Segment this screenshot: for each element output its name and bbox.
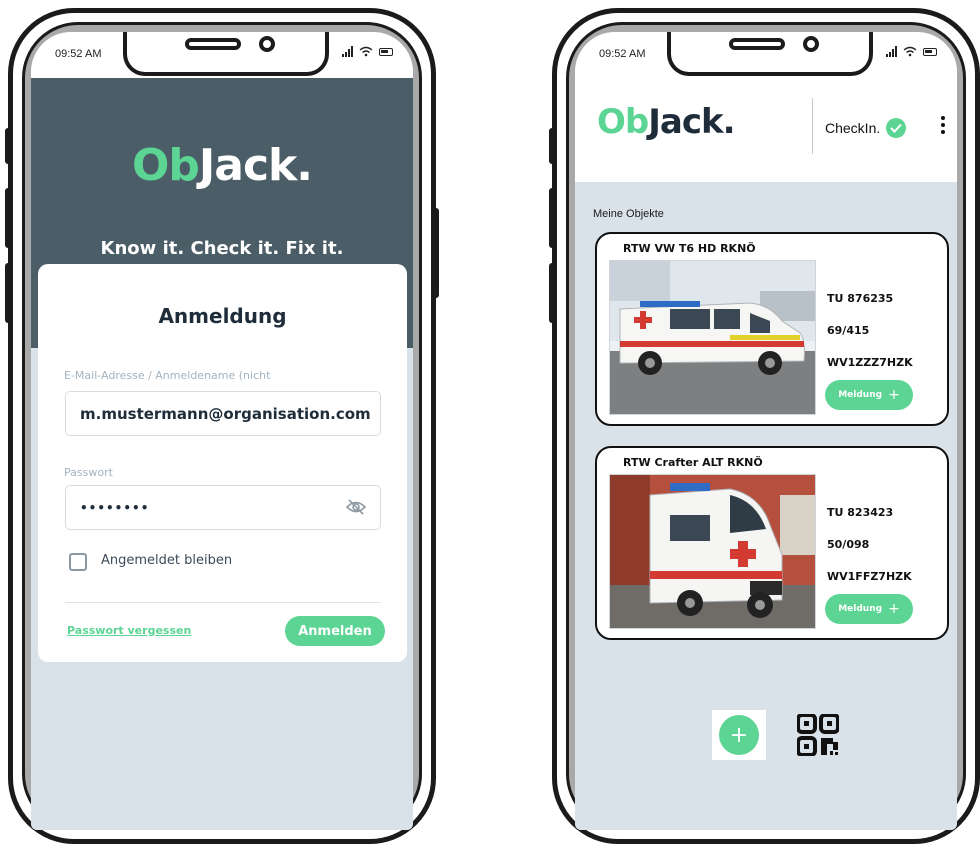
object-card[interactable]: RTW Crafter ALT RKNÖ TU 823423 50/098 WV… <box>595 446 949 640</box>
side-button <box>976 208 980 298</box>
battery-icon <box>923 47 937 56</box>
eye-slash-icon[interactable] <box>346 498 366 516</box>
speaker <box>185 38 241 50</box>
object-vin: WV1ZZZ7HZK <box>827 356 913 369</box>
tagline: Know it. Check it. Fix it. <box>100 238 344 259</box>
status-time: 09:52 AM <box>599 48 646 60</box>
side-button <box>549 188 556 248</box>
side-button <box>549 263 556 323</box>
app-logo: ObJack. <box>131 140 313 191</box>
camera <box>803 36 819 52</box>
section-title: Meine Objekte <box>593 208 664 220</box>
phone-objects: 09:52 AM ObJack. CheckIn. Meine Objekte … <box>549 8 980 844</box>
report-button[interactable]: Meldung + <box>825 380 913 410</box>
remember-checkbox[interactable] <box>69 553 87 571</box>
object-code: 69/415 <box>827 324 870 337</box>
notch <box>667 32 873 76</box>
checkin-status[interactable]: CheckIn. <box>825 118 907 138</box>
vehicle-photo <box>609 260 816 415</box>
object-name: RTW Crafter ALT RKNÖ <box>623 456 763 469</box>
login-title: Anmeldung <box>158 304 287 328</box>
remember-label: Angemeldet bleiben <box>101 553 233 568</box>
plus-icon: + <box>719 715 759 755</box>
email-label: E-Mail-Adresse / Anmeldename (nicht <box>64 369 271 382</box>
status-time: 09:52 AM <box>55 48 102 60</box>
object-card[interactable]: RTW VW T6 HD RKNÖ TU 876235 69/415 WV1ZZ… <box>595 232 949 426</box>
forgot-password-link[interactable]: Passwort vergessen <box>67 624 191 637</box>
object-code: 50/098 <box>827 538 870 551</box>
side-button <box>432 208 439 298</box>
signal-icon <box>886 46 897 57</box>
app-header: ObJack. CheckIn. <box>575 78 957 182</box>
camera <box>259 36 275 52</box>
battery-icon <box>379 47 393 56</box>
speaker <box>729 38 785 50</box>
object-plate: TU 876235 <box>827 292 894 305</box>
ambulance-image <box>610 261 815 414</box>
more-vertical-icon[interactable] <box>941 116 945 134</box>
check-circle-icon <box>886 118 907 138</box>
password-field[interactable]: •••••••• <box>65 485 381 530</box>
status-bar: 09:52 AM <box>575 32 957 78</box>
wifi-icon <box>359 46 373 57</box>
plus-icon: + <box>888 387 900 403</box>
qr-code-icon[interactable] <box>797 714 839 756</box>
side-button <box>549 128 556 164</box>
password-label: Passwort <box>64 466 113 479</box>
add-object-button[interactable]: + <box>712 710 766 760</box>
plus-icon: + <box>888 601 900 617</box>
side-button <box>5 128 12 164</box>
phone-login: 09:52 AM ObJack. Know it. Check it. Fix … <box>5 8 439 844</box>
email-field[interactable]: m.mustermann@organisation.com <box>65 391 381 436</box>
ambulance-image <box>610 475 815 628</box>
status-bar: 09:52 AM <box>31 32 413 78</box>
login-button[interactable]: Anmelden <box>285 616 385 646</box>
object-name: RTW VW T6 HD RKNÖ <box>623 242 756 255</box>
objects-screen: 09:52 AM ObJack. CheckIn. Meine Objekte … <box>575 32 957 830</box>
report-button[interactable]: Meldung + <box>825 594 913 624</box>
login-screen: 09:52 AM ObJack. Know it. Check it. Fix … <box>31 32 413 830</box>
app-logo: ObJack. <box>597 102 736 142</box>
notch <box>123 32 329 76</box>
signal-icon <box>342 46 353 57</box>
side-button <box>5 188 12 248</box>
divider <box>65 602 381 603</box>
header-divider <box>812 98 813 154</box>
side-button <box>5 263 12 323</box>
login-card: Anmeldung E-Mail-Adresse / Anmeldename (… <box>38 264 407 662</box>
wifi-icon <box>903 46 917 57</box>
vehicle-photo <box>609 474 816 629</box>
object-vin: WV1FFZ7HZK <box>827 570 912 583</box>
object-plate: TU 823423 <box>827 506 894 519</box>
